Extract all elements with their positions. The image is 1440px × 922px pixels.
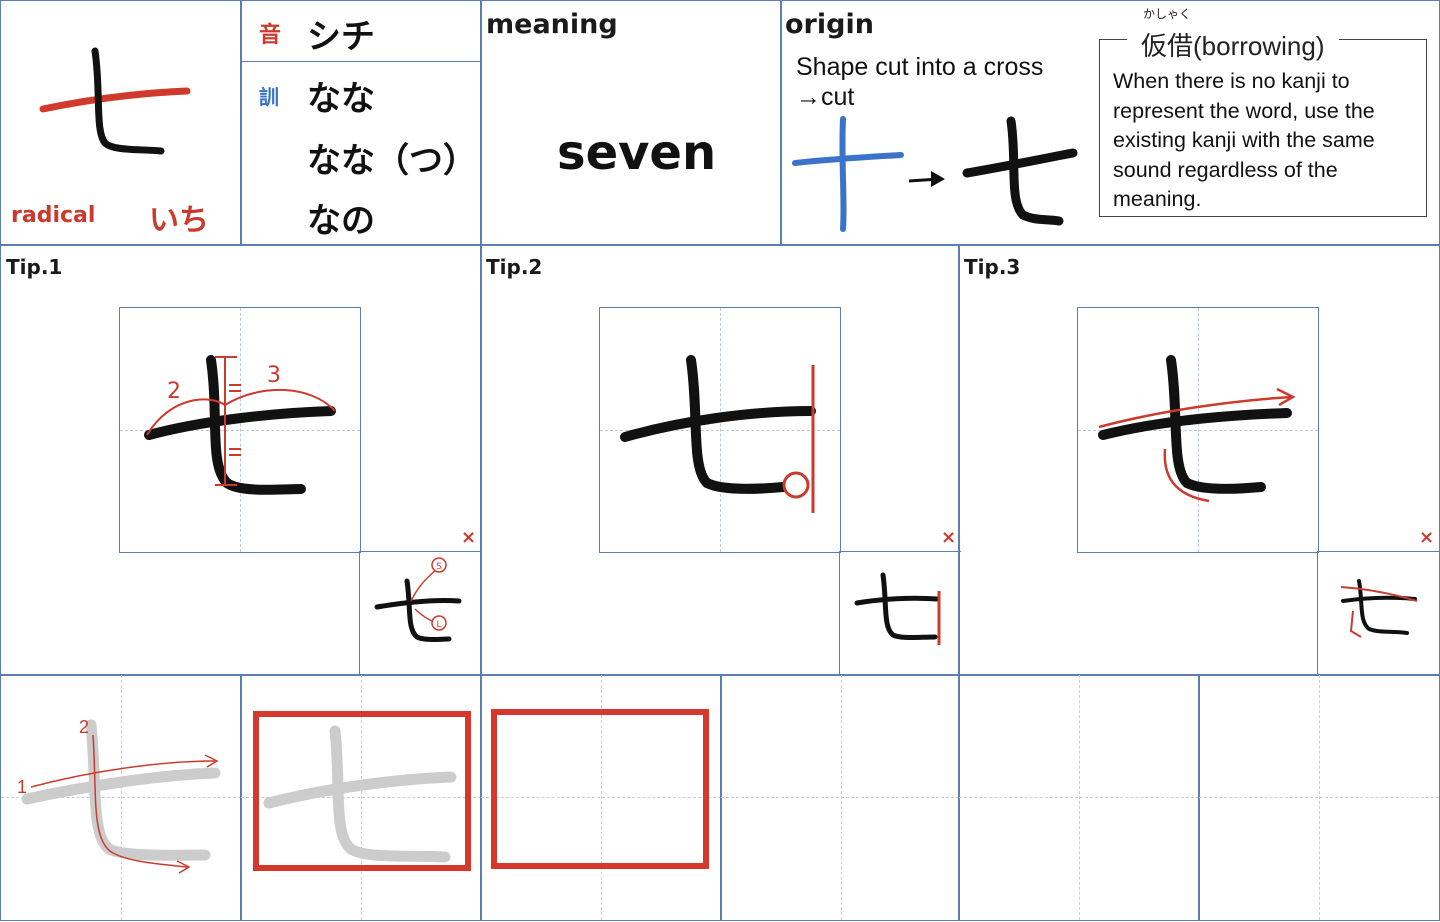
- borrowing-furigana: かしゃく: [1143, 7, 1192, 21]
- practice-cell-5[interactable]: [958, 674, 1200, 921]
- readings-divider: [241, 61, 481, 62]
- origin-description-line1: Shape cut into a cross: [796, 53, 1044, 81]
- tip-2-panel: Tip.2 ×: [480, 244, 961, 676]
- kun-reading-badge: 訓: [259, 85, 279, 109]
- borrowing-text: When there is no kanji to represent the …: [1113, 67, 1425, 215]
- kun-reading-3: なの: [307, 201, 375, 241]
- tip-1-stroke-number: 2: [167, 379, 181, 404]
- borrowing-text-line: When there is no kanji to: [1113, 69, 1350, 93]
- stroke-order-number: 2: [79, 717, 90, 737]
- stroke-order-number: 1: [17, 777, 28, 797]
- origin-cell: origin Shape cut into a cross →cut かしゃく …: [780, 0, 1440, 246]
- meaning-cell: meaning seven: [480, 0, 782, 246]
- borrowing-text-line: sound regardless of the: [1113, 157, 1338, 182]
- tip-2-mark-icon: ×: [941, 527, 957, 548]
- grid-guide-h: [959, 797, 1199, 798]
- trace-frame: [491, 709, 709, 869]
- readings-cell: 音 シチ 訓 なな なな（つ） なの: [240, 0, 482, 246]
- borrowing-text-line: meaning.: [1113, 187, 1202, 211]
- origin-evolution-drawing: [792, 116, 1078, 232]
- practice-cell-2[interactable]: [240, 674, 482, 921]
- borrowing-text-line: existing kanji with the same: [1113, 128, 1375, 152]
- grid-guide-h: [1199, 797, 1439, 798]
- meaning-value: seven: [557, 125, 717, 181]
- kun-reading-1: なな: [307, 79, 375, 119]
- tip-1-mark-icon: ×: [461, 527, 477, 548]
- radical-cell: radical いち: [0, 0, 242, 246]
- tip-3-mini-kanji: [1340, 579, 1418, 638]
- mini-badge-l: L: [436, 620, 441, 630]
- tip-3-mark-icon: ×: [1419, 527, 1435, 548]
- practice-cell-1[interactable]: 1 2: [0, 674, 242, 921]
- radical-label: radical: [11, 203, 96, 228]
- on-reading-badge: 音: [259, 23, 282, 48]
- mini-badge-s: S: [436, 562, 442, 572]
- grid-guide-h: [721, 797, 959, 798]
- origin-label: origin: [785, 9, 874, 40]
- kun-reading-2: なな（つ）: [307, 141, 477, 181]
- tip-2-mini-kanji: [854, 572, 941, 645]
- practice-cell-3[interactable]: [480, 674, 722, 921]
- practice-cell-6[interactable]: [1198, 674, 1440, 921]
- stroke-order-guide: [21, 719, 221, 874]
- borrowing-text-line: represent the word, use the: [1113, 98, 1375, 123]
- radical-reading: いち: [149, 203, 209, 238]
- tip-1-panel: Tip.1 2 3 × S L: [0, 244, 482, 676]
- meaning-label: meaning: [486, 9, 618, 40]
- tip-1-mini-kanji: S L: [374, 557, 462, 642]
- on-reading: シチ: [307, 17, 375, 57]
- tip-3-panel: Tip.3 ×: [958, 244, 1440, 676]
- tip-1-stroke-number: 3: [267, 363, 281, 388]
- borrowing-title: 仮借(borrowing): [1127, 26, 1339, 63]
- practice-cell-4[interactable]: [720, 674, 960, 921]
- trace-kanji: [263, 725, 457, 863]
